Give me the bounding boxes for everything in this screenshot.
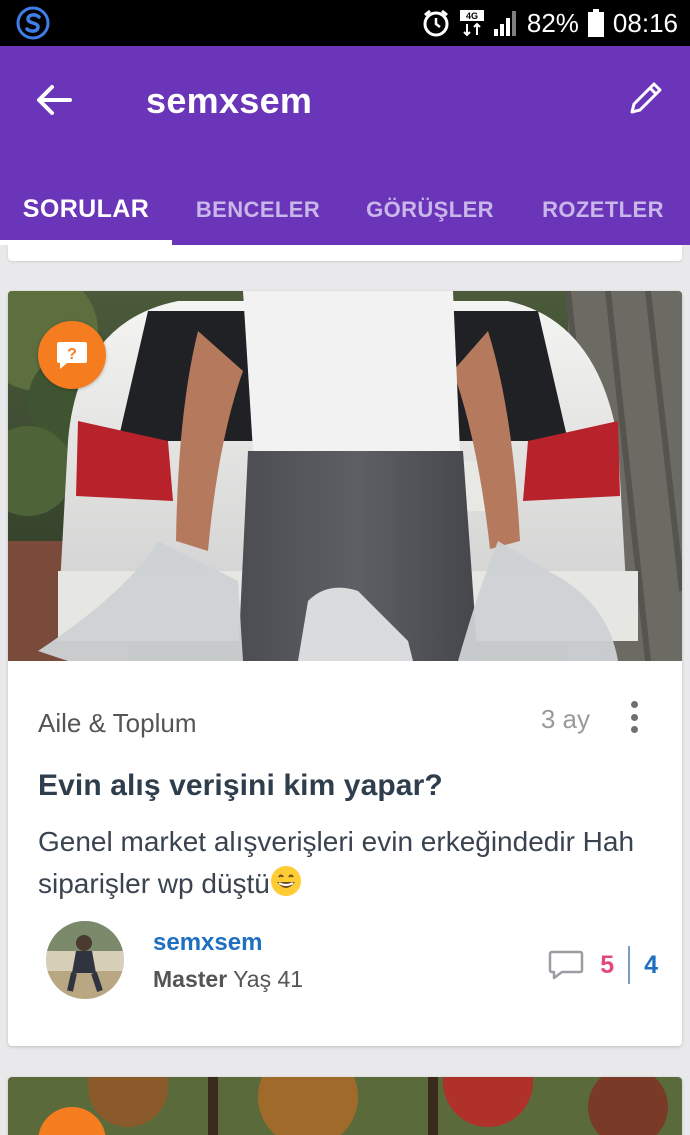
question-bubble-icon: ? (57, 342, 87, 369)
network-4g-icon: 4G (459, 10, 484, 37)
next-post-image (8, 1077, 682, 1135)
author-age: Yaş 41 (233, 966, 304, 992)
dot-icon (630, 726, 638, 733)
post-image[interactable]: ? (8, 291, 682, 661)
next-question-card[interactable] (8, 1077, 682, 1135)
arrow-back-icon (37, 85, 72, 115)
battery-icon (587, 9, 604, 37)
dot-icon (630, 713, 638, 721)
dot-icon (630, 701, 638, 708)
clock: 08:16 (612, 7, 678, 38)
question-card[interactable]: ? Aile & Toplum 3 ay Evin alış verişini … (8, 291, 682, 1046)
back-button[interactable] (30, 76, 78, 124)
status-bar: 4G 82% 08:16 (0, 0, 690, 46)
stats-divider (628, 946, 631, 984)
avatar-photo (46, 921, 124, 999)
tab-sorular[interactable]: SORULAR (0, 174, 172, 245)
author-rank: Master (153, 966, 228, 992)
answer-count: 4 (644, 950, 658, 979)
svg-text:?: ? (67, 346, 77, 363)
question-body-text: Genel market alışverişleri evin erkeğind… (38, 826, 635, 899)
signal-icon (493, 11, 516, 36)
battery-percent: 82% (526, 7, 579, 38)
question-title[interactable]: Evin alış verişini kim yapar? (38, 769, 443, 803)
comment-icon (548, 950, 584, 980)
shopping-photo (8, 291, 682, 661)
author-name[interactable]: semxsem (153, 929, 262, 957)
pencil-icon (630, 82, 662, 114)
profile-tabs: SORULAR BENCELER GÖRÜŞLER ROZETLER (0, 174, 690, 245)
tab-rozetler[interactable]: ROZETLER (516, 174, 690, 245)
app-logo-icon (16, 6, 50, 40)
svg-text:4G: 4G (466, 11, 478, 21)
avatar[interactable] (46, 921, 124, 999)
page-title: semxsem (146, 80, 313, 121)
tab-benceler[interactable]: BENCELER (172, 174, 344, 245)
post-time: 3 ay (540, 704, 590, 734)
post-stats[interactable]: 5 4 (548, 943, 658, 987)
question-body: Genel market alışverişleri evin erkeğind… (38, 821, 658, 905)
post-category[interactable]: Aile & Toplum (38, 708, 197, 739)
author-meta: Master Yaş 41 (153, 966, 303, 993)
previous-card (8, 245, 682, 261)
alarm-icon (423, 9, 449, 37)
grinning-emoji-icon (270, 866, 301, 896)
more-options-button[interactable] (624, 697, 644, 737)
question-badge: ? (38, 321, 106, 389)
app-bar: semxsem SORULAR BENCELER GÖRÜŞLER ROZETL… (0, 46, 690, 245)
tab-gorusler[interactable]: GÖRÜŞLER (344, 174, 516, 245)
comment-count: 5 (600, 950, 615, 979)
edit-button[interactable] (624, 76, 668, 120)
